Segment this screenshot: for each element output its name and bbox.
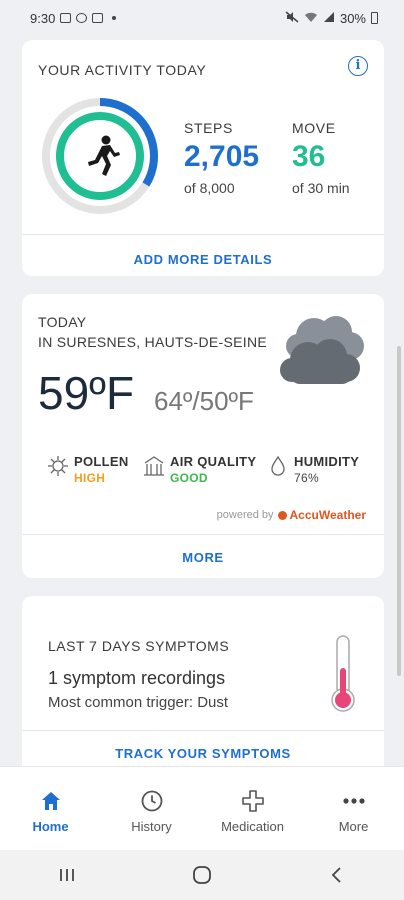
- dots-icon: [342, 798, 365, 804]
- symptoms-divider: [22, 730, 384, 731]
- activity-ring[interactable]: [40, 96, 160, 216]
- weather-more-button[interactable]: MORE: [22, 550, 384, 565]
- gallery-notification-icon: [60, 13, 72, 23]
- app-notification-icon: [92, 13, 104, 23]
- cross-icon: [241, 790, 264, 812]
- pollen-value: HIGH: [74, 471, 106, 485]
- symptom-recordings: 1 symptom recordings: [48, 668, 226, 688]
- humidity-value: 76%: [294, 471, 319, 485]
- pollen-metric: POLLEN HIGH: [46, 454, 129, 485]
- scrollbar[interactable]: [397, 346, 401, 676]
- cloudy-weather-icon: [280, 316, 364, 384]
- more-notifications-icon: [112, 16, 117, 20]
- humidity-metric: HUMIDITY 76%: [266, 454, 359, 485]
- steps-label: STEPS: [184, 120, 233, 136]
- track-symptoms-button[interactable]: TRACK YOUR SYMPTOMS: [22, 746, 384, 761]
- weather-card: TODAY IN SURESNES, HAUTS-DE-SEINE 59ºF 6…: [22, 294, 384, 578]
- powered-by: powered by AccuWeather: [217, 508, 366, 522]
- add-more-details-button[interactable]: ADD MORE DETAILS: [22, 252, 384, 267]
- back-chevron-icon: [331, 867, 341, 883]
- mute-icon: [285, 10, 299, 26]
- nav-home-label: Home: [32, 819, 69, 834]
- home-circle-icon: [193, 866, 211, 884]
- symptoms-title: LAST 7 DAYS SYMPTOMS: [48, 638, 230, 654]
- battery-percent: 30%: [339, 10, 366, 26]
- nav-more[interactable]: More: [304, 789, 404, 834]
- sync-notification-icon: [76, 13, 88, 23]
- air-quality-value: GOOD: [170, 471, 208, 485]
- move-goal: of 30 min: [292, 180, 350, 196]
- dashboard-scroll[interactable]: YOUR ACTIVITY TODAY i STEPS 2,705 of 8,0…: [0, 36, 404, 766]
- air-quality-label: AIR QUALITY: [170, 454, 257, 469]
- humidity-drop-icon: [271, 455, 285, 476]
- pollen-icon: [48, 456, 68, 476]
- bottom-navigation: Home History Medication More: [0, 766, 404, 850]
- wifi-icon: [304, 11, 318, 26]
- air-quality-metric: AIR QUALITY GOOD: [142, 454, 256, 485]
- accuweather-sun-icon: [277, 510, 287, 520]
- move-label: MOVE: [292, 120, 336, 136]
- back-button[interactable]: [317, 860, 357, 890]
- powered-by-label: powered by: [216, 509, 274, 521]
- nav-history-label: History: [131, 819, 172, 834]
- accuweather-logo: AccuWeather: [277, 508, 366, 522]
- weather-today-label: TODAY: [38, 314, 87, 330]
- nav-history[interactable]: History: [102, 789, 202, 834]
- activity-title: YOUR ACTIVITY TODAY: [38, 62, 207, 78]
- thermometer-icon: [331, 635, 355, 712]
- activity-card: YOUR ACTIVITY TODAY i STEPS 2,705 of 8,0…: [22, 40, 384, 276]
- clock-icon: [141, 790, 162, 812]
- symptoms-card: LAST 7 DAYS SYMPTOMS 1 symptom recording…: [22, 596, 384, 766]
- home-icon: [41, 792, 60, 810]
- nav-medication-label: Medication: [221, 819, 284, 834]
- current-temperature: 59ºF: [38, 367, 135, 419]
- nav-more-label: More: [338, 819, 369, 834]
- activity-divider: [22, 234, 384, 235]
- status-bar: 9:30 30%: [0, 0, 404, 36]
- battery-icon: [371, 12, 378, 24]
- air-quality-icon: [144, 456, 164, 476]
- pollen-label: POLLEN: [74, 454, 129, 469]
- nav-home[interactable]: Home: [1, 789, 101, 834]
- signal-icon: [323, 11, 335, 26]
- nav-medication[interactable]: Medication: [203, 789, 303, 834]
- weather-divider: [22, 534, 384, 535]
- weather-location: IN SURESNES, HAUTS-DE-SEINE: [38, 334, 268, 350]
- common-trigger: Most common trigger: Dust: [48, 694, 229, 711]
- info-icon[interactable]: i: [348, 56, 368, 76]
- home-system-button[interactable]: [182, 860, 222, 890]
- recent-apps-button[interactable]: [47, 860, 87, 890]
- recent-apps-icon: [60, 869, 75, 881]
- temperature-range: 64º/50ºF: [154, 386, 254, 416]
- status-time: 9:30: [30, 10, 56, 26]
- accuweather-name: AccuWeather: [289, 508, 366, 522]
- app-screen: 9:30 30% YOUR ACTIVITY TODAY i STEPS 2,7…: [0, 0, 404, 900]
- steps-value: 2,705: [184, 140, 260, 173]
- system-navigation-bar: [0, 850, 404, 900]
- move-value: 36: [292, 140, 326, 173]
- humidity-label: HUMIDITY: [294, 454, 360, 469]
- steps-goal: of 8,000: [184, 180, 235, 196]
- running-person-icon: [88, 135, 120, 176]
